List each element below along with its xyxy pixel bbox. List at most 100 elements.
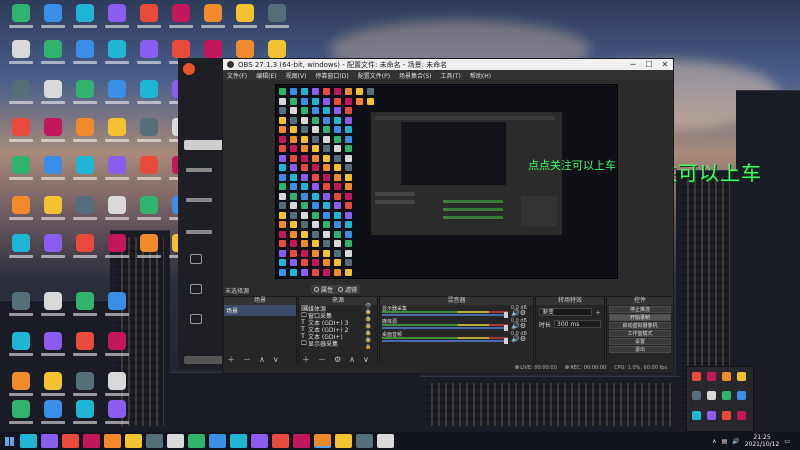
tray-app-icon[interactable] [737,410,746,420]
desktop-shortcut-icon[interactable] [6,234,36,270]
desktop-shortcut-icon[interactable] [6,196,36,232]
taskbar-app-icon[interactable] [314,434,331,448]
desktop-shortcut-icon[interactable] [70,234,100,270]
add-transition-button[interactable]: ＋ [595,308,601,317]
desktop-shortcut-icon[interactable] [6,80,36,116]
desktop-shortcut-icon[interactable] [102,292,132,328]
tray-app-icon[interactable] [737,391,746,401]
chevron-up-icon[interactable]: ∧ [712,438,716,445]
desktop-shortcut-icon[interactable] [6,156,36,192]
taskbar-app-icon[interactable] [188,434,205,448]
start-virtual-camera-button[interactable]: 启动虚拟摄像机 [609,322,671,329]
screenshot-icon[interactable] [190,284,202,294]
desktop-shortcut-icon[interactable] [102,196,132,232]
desktop-shortcut-icon[interactable] [134,118,164,154]
transition-type-select[interactable]: 渐变 [539,308,592,316]
menu-docks[interactable]: 停靠窗口(D) [315,71,348,80]
speaker-icon[interactable]: 🔊⚙ [511,322,526,330]
volume-slider[interactable] [382,312,508,318]
desktop-shortcut-icon[interactable] [6,400,36,436]
stop-streaming-button[interactable]: 停止推流 [609,306,671,313]
tray-app-icon[interactable] [707,410,716,420]
close-button[interactable]: ✕ [657,60,673,69]
maximize-button[interactable]: ☐ [641,60,657,69]
taskbar-app-icon[interactable] [167,434,184,448]
desktop-shortcut-icon[interactable] [38,156,68,192]
desktop-shortcut-icon[interactable] [38,40,68,76]
taskbar-app-icon[interactable] [83,434,100,448]
taskbar-app-icon[interactable] [251,434,268,448]
settings-button[interactable]: 设置 [609,338,671,345]
desktop-shortcut-icon[interactable] [134,4,164,40]
menu-scene-collection[interactable]: 场景集合(S) [399,71,432,80]
studio-mode-button[interactable]: 工作室模式 [609,330,671,337]
desktop-shortcut-icon[interactable] [70,118,100,154]
tray-app-icon[interactable] [722,391,731,401]
volume-icon[interactable]: 🔊 [732,438,739,445]
desktop-shortcut-icon[interactable] [70,292,100,328]
desktop-shortcut-icon[interactable] [102,156,132,192]
visibility-lock-icons[interactable]: 👁🔒 [365,338,377,350]
desktop-shortcut-icon[interactable] [6,4,36,40]
desktop-shortcut-icon[interactable] [198,4,228,40]
taskbar-app-icon[interactable] [41,434,58,448]
desktop-shortcut-icon[interactable] [6,292,36,328]
desktop-shortcut-icon[interactable] [102,4,132,40]
obs-window[interactable]: OBS 27.1.3 (64-bit, windows) - 配置文件: 未命名… [222,58,674,374]
desktop-shortcut-icon[interactable] [230,4,260,40]
desktop-shortcut-icon[interactable] [102,80,132,116]
taskbar-app-icon[interactable] [356,434,373,448]
taskbar-app-icon[interactable] [377,434,394,448]
start-recording-button[interactable]: 开始录制 [609,314,671,321]
properties-button[interactable]: 属性 [311,285,337,294]
desktop-shortcut-icon[interactable] [70,40,100,76]
app-nav-item[interactable] [186,168,212,172]
start-button[interactable] [0,432,18,450]
tray-app-icon[interactable] [722,410,731,420]
source-row[interactable]: 🖵 显示器采集 👁🔒 [299,338,377,350]
taskbar-app-icon[interactable] [293,434,310,448]
menu-view[interactable]: 视图(V) [286,71,307,80]
desktop-shortcut-icon[interactable] [6,40,36,76]
desktop-shortcut-icon[interactable] [134,40,164,76]
menu-profile[interactable]: 配置文件(P) [358,71,390,80]
desktop-shortcut-icon[interactable] [102,118,132,154]
desktop-shortcut-icon[interactable] [134,80,164,116]
app-nav-item[interactable] [186,198,212,202]
speaker-icon[interactable]: 🔊⚙ [511,309,526,317]
desktop-shortcut-icon[interactable] [6,332,36,368]
minimize-button[interactable]: ─ [625,60,641,69]
menu-help[interactable]: 帮助(H) [470,71,491,80]
desktop-shortcut-icon[interactable] [38,292,68,328]
notification-icon[interactable]: ▭ [784,438,790,445]
tray-app-icon[interactable] [692,410,701,420]
desktop-shortcut-icon[interactable] [102,332,132,368]
desktop-shortcut-icon[interactable] [262,4,292,40]
taskbar-app-icon[interactable] [20,434,37,448]
desktop-shortcut-icon[interactable] [38,80,68,116]
tray-app-icon[interactable] [707,372,716,381]
tray-app-icon[interactable] [692,372,701,381]
taskbar-app-icon[interactable] [230,434,247,448]
scene-item[interactable]: 场景 [224,305,296,316]
desktop-shortcut-icon[interactable] [38,4,68,40]
settings-icon[interactable] [190,314,202,324]
filters-button[interactable]: 滤镜 [335,285,361,294]
transition-duration-input[interactable]: 300 ms [554,320,601,328]
obs-preview[interactable]: 点点关注可以上车 [275,84,618,279]
volume-slider[interactable] [382,338,508,344]
app-bottom-button[interactable] [184,356,224,364]
desktop-shortcut-icon[interactable] [38,400,68,436]
taskbar-app-icon[interactable] [209,434,226,448]
taskbar-app-icon[interactable] [146,434,163,448]
app-nav-item[interactable] [186,230,212,234]
tray-app-icon[interactable] [707,391,716,401]
taskbar-app-icon[interactable] [125,434,142,448]
desktop-shortcut-icon[interactable] [6,118,36,154]
desktop-shortcut-icon[interactable] [70,80,100,116]
desktop-shortcut-icon[interactable] [38,332,68,368]
obs-titlebar[interactable]: OBS 27.1.3 (64-bit, windows) - 配置文件: 未命名… [223,59,673,70]
taskbar-app-icon[interactable] [62,434,79,448]
desktop-shortcut-icon[interactable] [70,332,100,368]
speaker-icon[interactable]: 🔊⚙ [511,335,526,343]
